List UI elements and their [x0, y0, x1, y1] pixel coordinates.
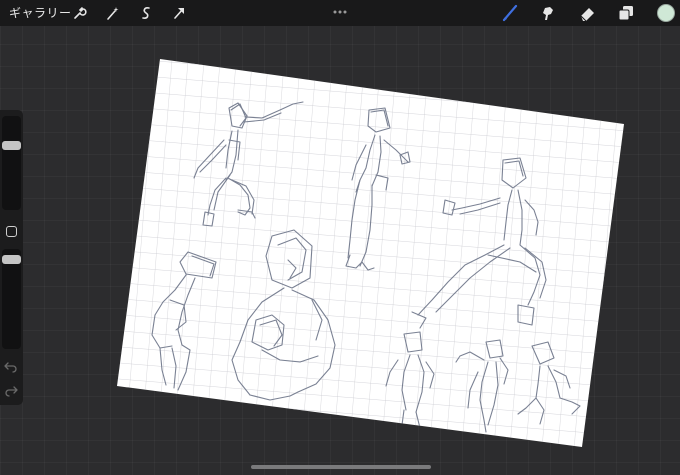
- modify-button[interactable]: [6, 226, 17, 237]
- brush-icon[interactable]: [500, 3, 520, 23]
- left-sidebar: [0, 110, 23, 405]
- wrench-icon[interactable]: [69, 3, 89, 23]
- color-picker-button[interactable]: [657, 4, 675, 22]
- paper-grid: [117, 59, 624, 447]
- selection-icon[interactable]: [136, 3, 156, 23]
- more-dots-icon[interactable]: [332, 2, 348, 14]
- transform-arrow-icon[interactable]: [169, 3, 189, 23]
- home-indicator: [251, 465, 431, 469]
- opacity-slider[interactable]: [2, 249, 21, 349]
- gallery-button[interactable]: ギャラリー: [9, 5, 72, 21]
- undo-icon[interactable]: [4, 358, 18, 373]
- smudge-icon[interactable]: [537, 3, 557, 23]
- eraser-icon[interactable]: [577, 3, 597, 23]
- layers-icon[interactable]: [616, 3, 636, 23]
- magic-wand-icon[interactable]: [103, 3, 123, 23]
- brush-size-slider[interactable]: [2, 116, 21, 210]
- top-toolbar: ギャラリー: [0, 0, 680, 26]
- drawing-canvas[interactable]: [0, 0, 680, 475]
- redo-icon[interactable]: [4, 382, 18, 397]
- opacity-thumb[interactable]: [2, 254, 21, 264]
- brush-size-thumb[interactable]: [2, 140, 21, 150]
